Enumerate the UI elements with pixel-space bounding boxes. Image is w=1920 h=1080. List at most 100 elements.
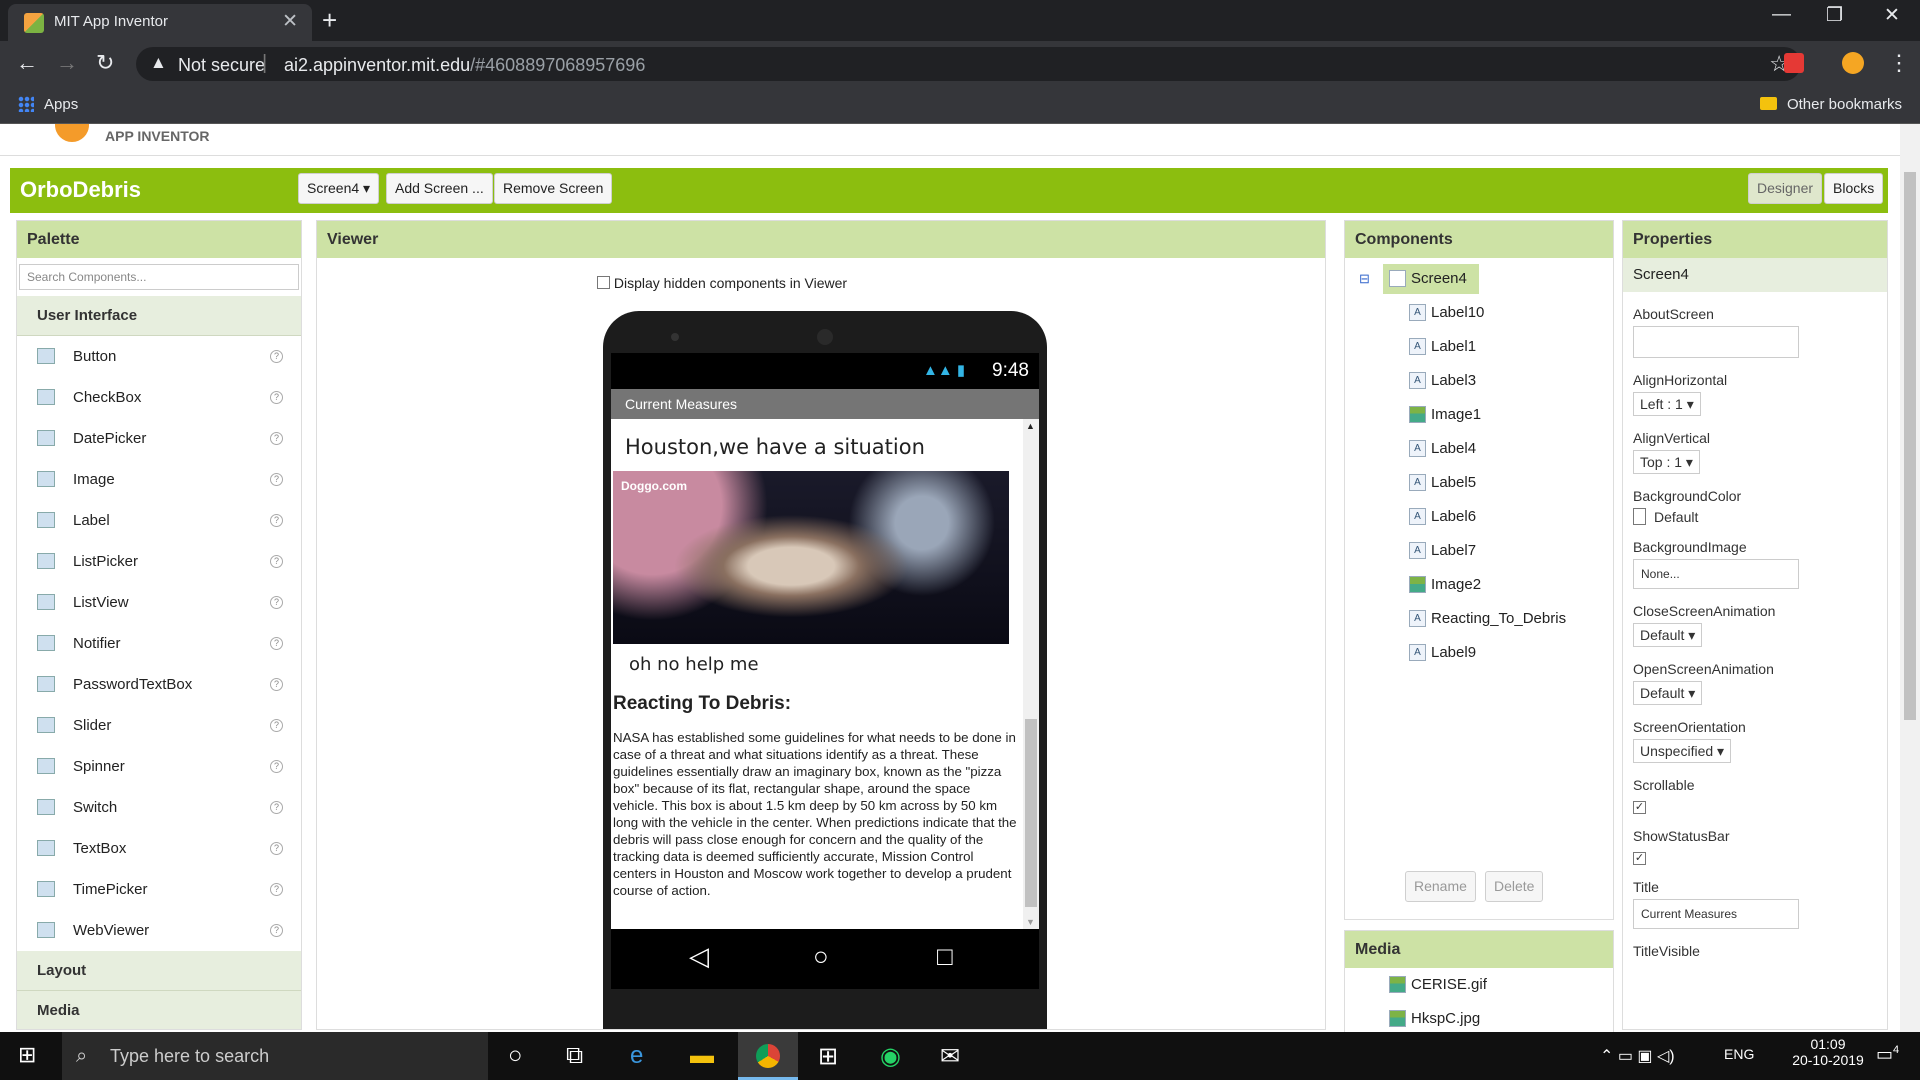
media-item[interactable]: CERISE.gif [1345,968,1613,1002]
caption-label[interactable]: oh no help me [629,654,759,675]
file-explorer-icon[interactable]: ▬ [690,1042,714,1070]
notification-icon[interactable]: ▭4 [1876,1044,1899,1065]
media-item[interactable]: HkspC.jpg [1345,1002,1613,1036]
taskbar-search[interactable]: ⌕ Type here to search [62,1032,488,1080]
tray-icons[interactable]: ⌃ ▭ ▣ ◁) [1600,1046,1675,1066]
help-icon[interactable]: ? [270,883,283,896]
add-screen-button[interactable]: Add Screen ... [386,173,493,204]
component-tree-item[interactable]: A Label1 [1345,330,1613,364]
palette-search-input[interactable]: Search Components... [19,264,299,290]
back-icon[interactable]: ← [16,50,38,76]
component-root[interactable]: ⊟ Screen4 [1345,262,1613,296]
store-icon[interactable]: ⊞ [818,1042,838,1071]
task-view-icon[interactable]: ⧉ [566,1042,583,1070]
close-window-icon[interactable]: ✕ [1884,4,1900,27]
help-icon[interactable]: ? [270,637,283,650]
background-image-input[interactable]: None... [1633,559,1799,589]
restore-icon[interactable]: ❐ [1826,4,1843,27]
heading-label[interactable]: Houston,we have a situation [625,435,925,459]
palette-item[interactable]: DatePicker? [17,418,301,459]
help-icon[interactable]: ? [270,514,283,527]
close-anim-dropdown[interactable]: Default ▾ [1633,623,1703,647]
palette-item[interactable]: Image? [17,459,301,500]
palette-item[interactable]: TextBox? [17,828,301,869]
reacting-title-label[interactable]: Reacting To Debris: [613,693,791,715]
component-tree-item[interactable]: A Label10 [1345,296,1613,330]
palette-item[interactable]: TimePicker? [17,869,301,910]
clock[interactable]: 01:09 20-10-2019 [1788,1036,1868,1068]
edge-icon[interactable]: e [630,1042,643,1070]
forward-icon[interactable]: → [56,50,78,76]
nav-home-icon[interactable]: ○ [813,941,829,972]
rename-button[interactable]: Rename [1405,871,1476,902]
new-tab-icon[interactable]: + [322,5,337,36]
component-tree-item[interactable]: A Label5 [1345,466,1613,500]
nav-recents-icon[interactable]: □ [937,941,953,972]
help-icon[interactable]: ? [270,350,283,363]
help-icon[interactable]: ? [270,760,283,773]
palette-item[interactable]: Button? [17,336,301,377]
help-icon[interactable]: ? [270,391,283,404]
palette-item[interactable]: CheckBox? [17,377,301,418]
component-tree-item[interactable]: A Label4 [1345,432,1613,466]
component-tree-item[interactable]: A Reacting_To_Debris [1345,602,1613,636]
align-vertical-dropdown[interactable]: Top : 1 ▾ [1633,450,1700,474]
designer-button[interactable]: Designer [1748,173,1823,204]
other-bookmarks[interactable]: Other bookmarks [1759,96,1902,113]
chrome-menu-icon[interactable]: ⋮ [1888,50,1910,76]
whatsapp-icon[interactable]: ◉ [880,1042,901,1071]
component-tree-item[interactable]: A Label9 [1345,636,1613,670]
collapse-icon[interactable]: ⊟ [1359,262,1370,296]
remove-screen-button[interactable]: Remove Screen [494,173,613,204]
cortana-icon[interactable]: ○ [508,1042,523,1070]
palette-item[interactable]: Switch? [17,787,301,828]
orientation-dropdown[interactable]: Unspecified ▾ [1633,739,1732,763]
help-icon[interactable]: ? [270,678,283,691]
blocks-button[interactable]: Blocks [1824,173,1884,204]
chrome-taskbar-button[interactable] [738,1032,798,1080]
component-tree-item[interactable]: A Label3 [1345,364,1613,398]
screen-select-dropdown[interactable]: Screen4 ▾ [298,173,380,204]
omnibox[interactable]: ▲ Not secure | ai2.appinventor.mit.edu/#… [136,47,1801,81]
palette-item[interactable]: ListView? [17,582,301,623]
layout-header[interactable]: Layout [17,951,301,991]
reload-icon[interactable]: ↻ [96,50,114,76]
palette-item[interactable]: Notifier? [17,623,301,664]
help-icon[interactable]: ? [270,801,283,814]
background-color-value[interactable]: Default [1654,509,1698,525]
about-screen-input[interactable] [1633,326,1799,358]
palette-item[interactable]: ListPicker? [17,541,301,582]
hidden-components-toggle[interactable]: Display hidden components in Viewer [597,275,847,291]
user-interface-header[interactable]: User Interface [17,296,301,336]
component-tree-item[interactable]: A Label6 [1345,500,1613,534]
mail-icon[interactable]: ✉ [940,1042,960,1071]
hidden-components-checkbox[interactable] [597,276,610,289]
help-icon[interactable]: ? [270,842,283,855]
help-icon[interactable]: ? [270,473,283,486]
open-anim-dropdown[interactable]: Default ▾ [1633,681,1703,705]
not-secure-label[interactable]: Not secure [178,55,265,76]
color-swatch[interactable] [1633,508,1646,525]
component-tree-item[interactable]: Image1 [1345,398,1613,432]
palette-item[interactable]: Label? [17,500,301,541]
component-tree-item[interactable]: A Label7 [1345,534,1613,568]
palette-item[interactable]: Spinner? [17,746,301,787]
minimize-icon[interactable]: — [1772,4,1791,26]
windows-start-icon[interactable]: ⊞ [18,1042,36,1068]
reacting-body-label[interactable]: NASA has established some guidelines for… [613,729,1017,899]
component-tree-item[interactable]: Image2 [1345,568,1613,602]
nav-back-icon[interactable]: ◁ [689,941,709,972]
scroll-down-icon[interactable]: ▼ [1026,917,1035,927]
palette-item[interactable]: Slider? [17,705,301,746]
align-horizontal-dropdown[interactable]: Left : 1 ▾ [1633,392,1701,416]
scrollable-checkbox[interactable]: ✓ [1633,801,1646,814]
delete-button[interactable]: Delete [1485,871,1544,902]
language-indicator[interactable]: ENG [1724,1046,1754,1062]
help-icon[interactable]: ? [270,924,283,937]
help-icon[interactable]: ? [270,596,283,609]
help-icon[interactable]: ? [270,719,283,732]
apps-bookmark[interactable]: Apps [18,96,78,113]
show-status-bar-checkbox[interactable]: ✓ [1633,852,1646,865]
palette-item[interactable]: PasswordTextBox? [17,664,301,705]
scroll-up-icon[interactable]: ▲ [1026,421,1035,431]
